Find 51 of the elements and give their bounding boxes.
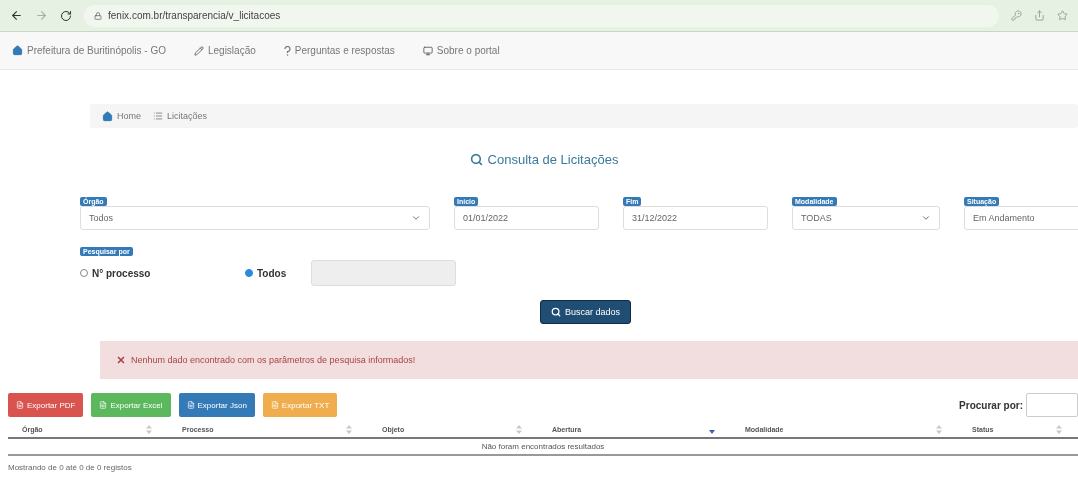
select-field[interactable]: TODAS: [792, 206, 940, 230]
lock-icon: [94, 11, 102, 20]
address-bar[interactable]: fenix.com.br/transparencia/v_licitacoes: [84, 4, 999, 27]
nav-link[interactable]: Legislação: [193, 45, 256, 56]
sort-icon[interactable]: [146, 425, 152, 434]
chevron-icon: [921, 213, 931, 223]
search-field[interactable]: [1026, 393, 1078, 417]
radio-option[interactable]: Todos: [245, 267, 287, 279]
monitor-icon: [422, 45, 433, 56]
export-button[interactable]: Exportar Json: [178, 393, 255, 417]
search-button[interactable]: Buscar dados: [540, 300, 632, 324]
file-icon: [16, 401, 24, 409]
radio-option[interactable]: N° processo: [80, 267, 245, 279]
search-label: Procurar por:: [959, 399, 1023, 411]
file-icon: [99, 401, 108, 409]
breadcrumb-link[interactable]: Licitações: [153, 111, 208, 121]
back-icon[interactable]: [10, 9, 23, 22]
nav-link[interactable]: Prefeitura de Buritinópolis - GO: [12, 45, 166, 56]
file-icon: [270, 401, 279, 409]
file-icon: [186, 401, 195, 409]
chevron-icon: [411, 213, 421, 223]
page-title: Consulta de Licitações: [469, 152, 619, 167]
sort-icon[interactable]: [516, 425, 522, 434]
export-button[interactable]: Exportar PDF: [8, 393, 84, 417]
table-info: Mostrando de 0 até 0 de 0 registos: [8, 462, 133, 472]
search-icon: [551, 307, 561, 317]
input-field[interactable]: Em Andamento: [964, 206, 1078, 230]
input-field[interactable]: [311, 260, 457, 286]
question-icon: [283, 45, 291, 56]
input-field[interactable]: 01/01/2022: [454, 206, 599, 230]
reload-icon[interactable]: [60, 9, 72, 22]
close-icon: [116, 355, 126, 365]
home-icon: [12, 45, 23, 56]
list-icon: [153, 111, 163, 121]
empty-message: Não foram encontrados resultados: [481, 442, 605, 451]
alert: Nenhum dado encontrado com os parâmetros de pesquisa informados!: [100, 341, 1078, 379]
breadcrumb-link[interactable]: Home: [102, 110, 141, 122]
key-icon[interactable]: [1011, 10, 1022, 21]
search-icon: [469, 153, 483, 166]
star-icon[interactable]: [1057, 10, 1068, 21]
select-field[interactable]: Todos: [80, 206, 430, 230]
home-icon: [102, 110, 113, 122]
nav-link[interactable]: Perguntas e respostas: [283, 45, 395, 56]
pencil-icon: [193, 45, 204, 56]
sort-icon[interactable]: [346, 425, 352, 434]
share-icon[interactable]: [1034, 10, 1045, 21]
sort-icon[interactable]: [1056, 425, 1062, 434]
forward-icon[interactable]: [35, 9, 48, 22]
sort-icon[interactable]: [936, 425, 942, 434]
nav-link[interactable]: Sobre o portal: [422, 45, 500, 56]
input-field[interactable]: 31/12/2022: [623, 206, 768, 230]
